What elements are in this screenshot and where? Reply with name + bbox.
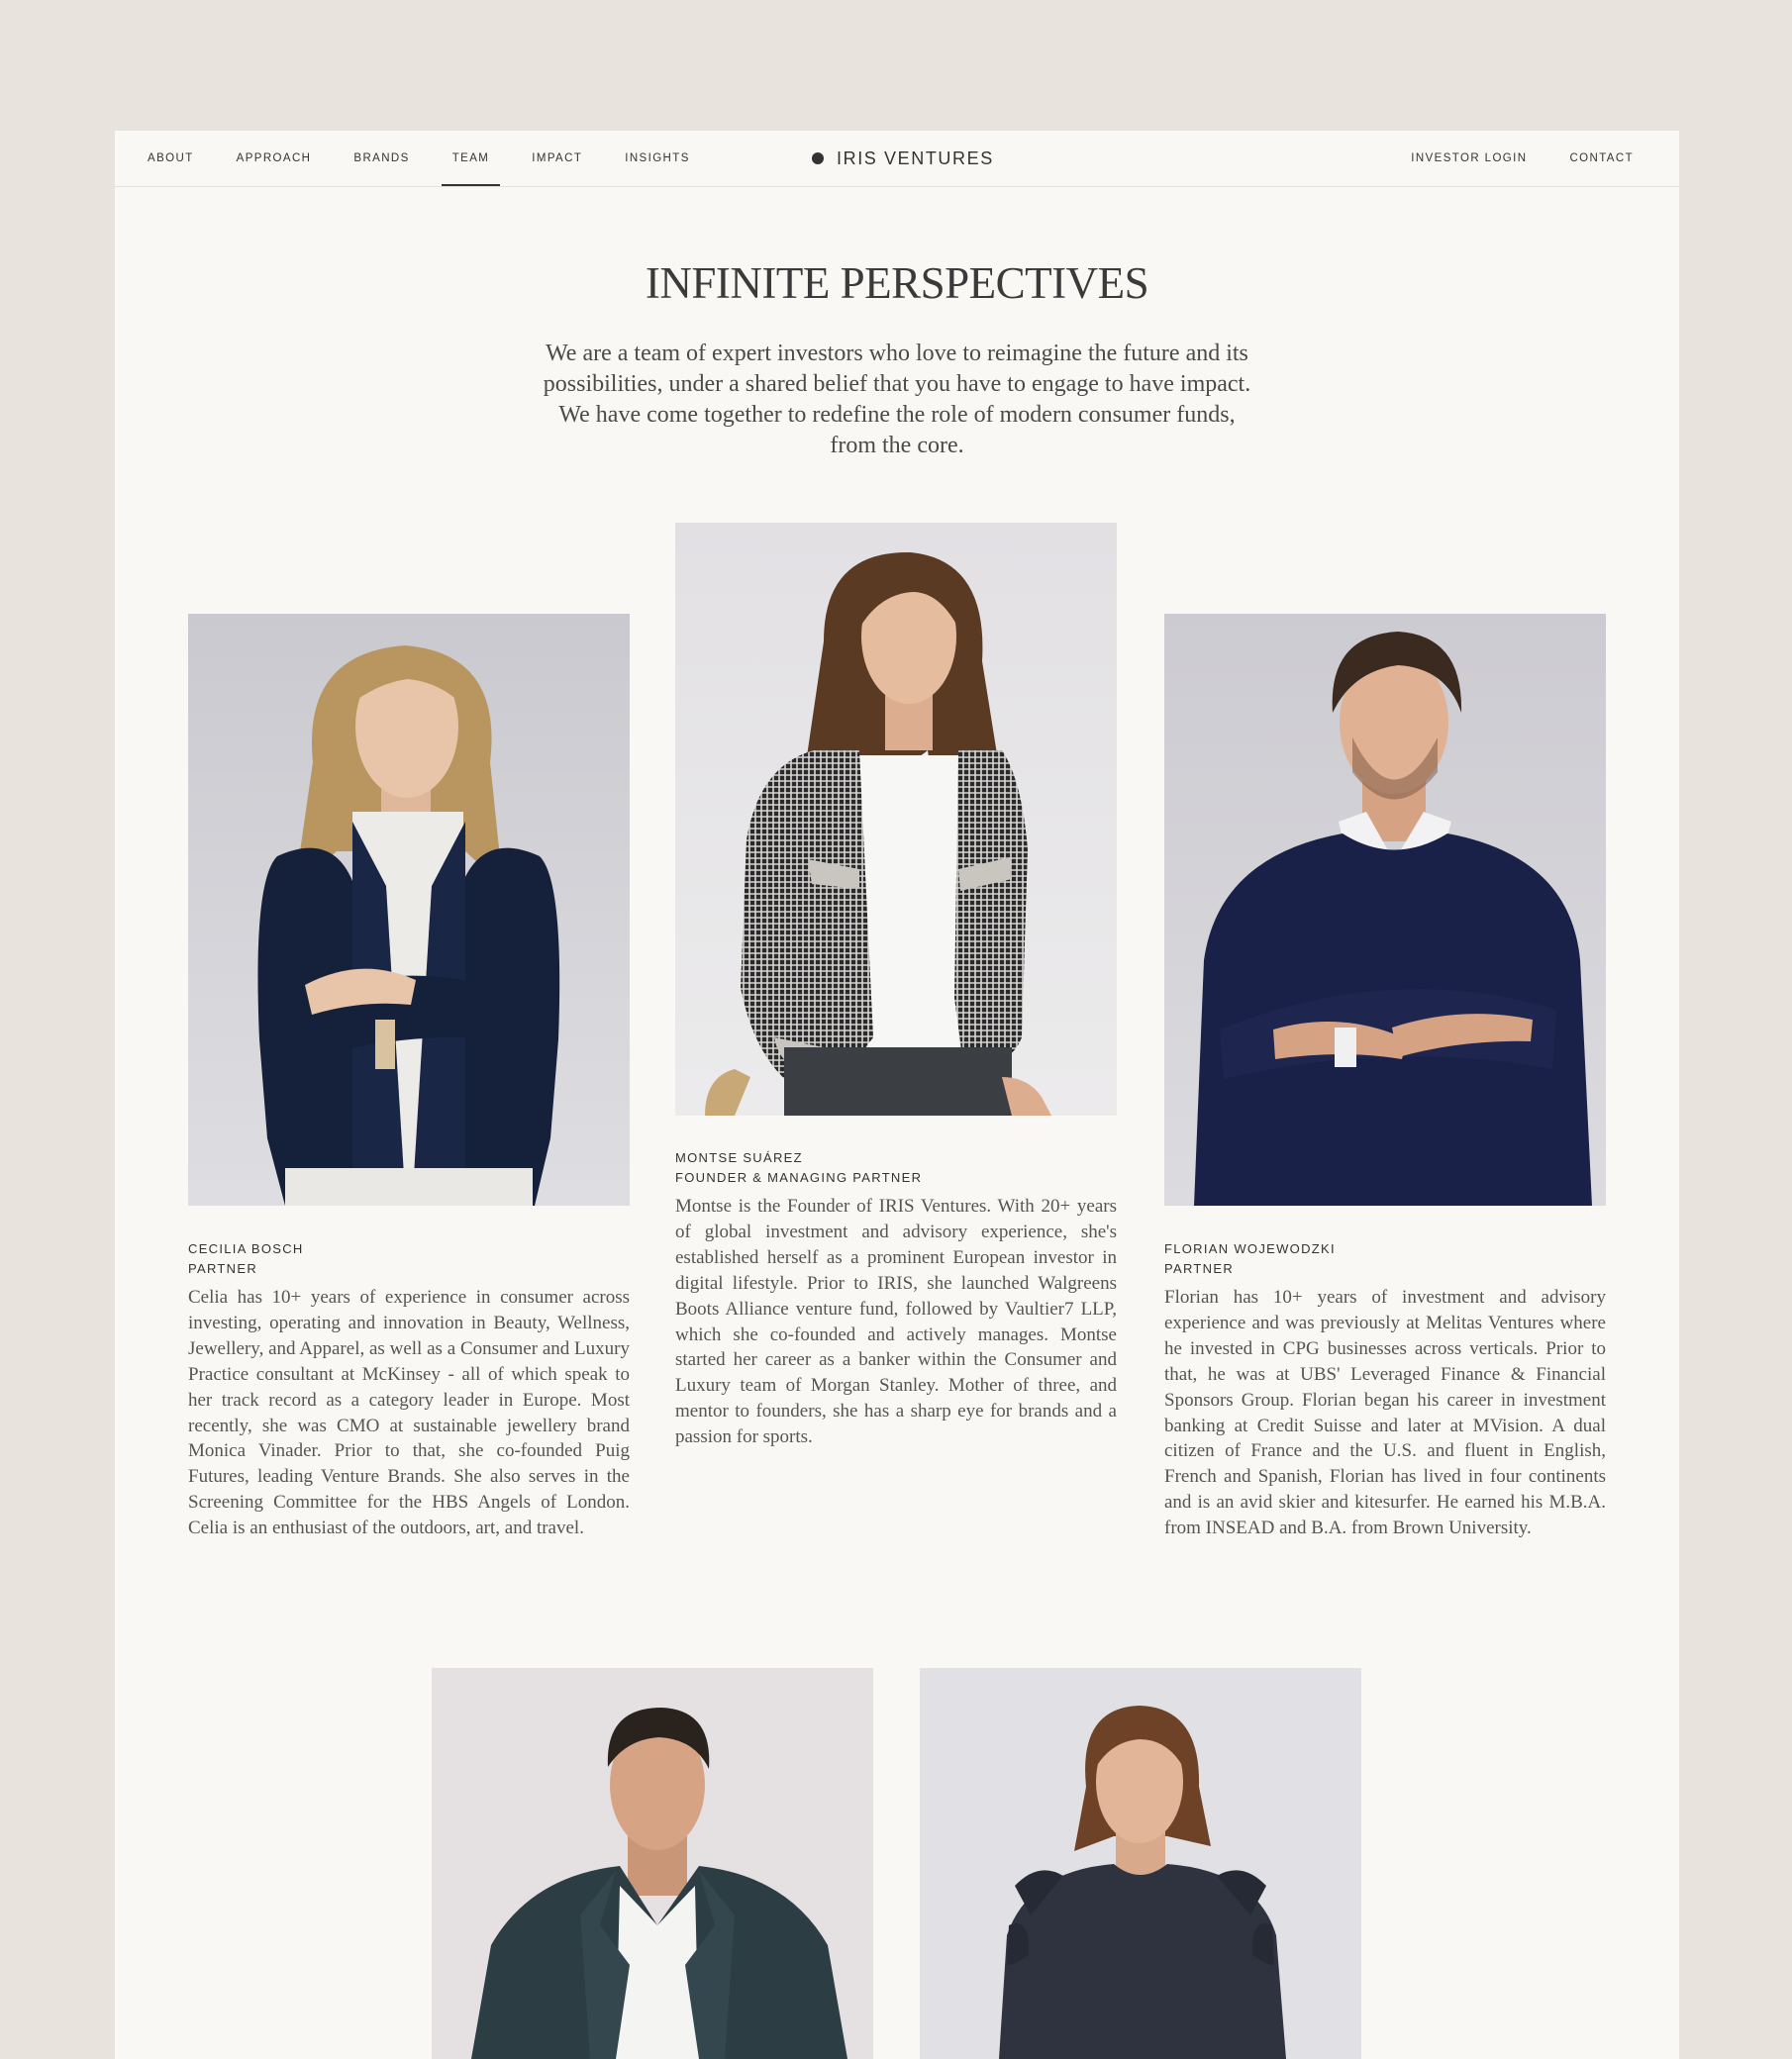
nav-impact[interactable]: IMPACT <box>532 131 582 186</box>
team-member-montse: MONTSE SUÁREZ FOUNDER & MANAGING PARTNER… <box>675 523 1117 1651</box>
member-role: PARTNER <box>188 1261 258 1276</box>
member-bio: Montse is the Founder of IRIS Ventures. … <box>675 1196 1117 1448</box>
member-role: PARTNER <box>1164 1261 1235 1276</box>
page-title: INFINITE PERSPECTIVES <box>645 258 1149 308</box>
nav-insights[interactable]: INSIGHTS <box>625 131 690 186</box>
page: ABOUT APPROACH BRANDS TEAM IMPACT INSIGH… <box>115 131 1679 2059</box>
nav-approach[interactable]: APPROACH <box>237 131 312 186</box>
team-member-5 <box>920 1668 1361 2059</box>
nav-brands[interactable]: BRANDS <box>353 131 409 186</box>
hero-intro: We are a team of expert investors who lo… <box>543 341 1251 458</box>
team-member-florian: FLORIAN WOJEWODZKI PARTNER Florian has 1… <box>1164 614 1606 1742</box>
member-bio: Florian has 10+ years of investment and … <box>1164 1287 1606 1539</box>
nav-contact[interactable]: CONTACT <box>1569 131 1634 186</box>
team-member-5-photo <box>920 1668 1361 2059</box>
member-role: FOUNDER & MANAGING PARTNER <box>675 1170 923 1185</box>
member-name: MONTSE SUÁREZ <box>675 1150 803 1165</box>
member-name: FLORIAN WOJEWODZKI <box>1164 1241 1336 1256</box>
logo-dot-icon <box>812 152 824 164</box>
nav-investor-login[interactable]: INVESTOR LOGIN <box>1411 131 1527 186</box>
nav-about[interactable]: ABOUT <box>148 131 194 186</box>
brand-logo[interactable]: IRIS VENTURES <box>812 131 994 186</box>
brand-name: IRIS VENTURES <box>837 147 994 168</box>
member-bio: Celia has 10+ years of experience in con… <box>188 1287 630 1539</box>
team-member-4 <box>432 1668 873 2059</box>
member-name: CECILIA BOSCH <box>188 1241 304 1256</box>
team-member-4-photo <box>432 1668 873 2059</box>
team-member-cecilia: CECILIA BOSCH PARTNER Celia has 10+ year… <box>188 614 630 1742</box>
nav-left: ABOUT APPROACH BRANDS TEAM IMPACT INSIGH… <box>148 131 733 186</box>
florian-photo <box>1164 614 1606 1206</box>
nav-right: INVESTOR LOGIN CONTACT <box>1368 131 1634 186</box>
cecilia-photo <box>188 614 630 1206</box>
montse-photo <box>675 523 1117 1116</box>
nav-team[interactable]: TEAM <box>441 131 500 186</box>
top-nav: ABOUT APPROACH BRANDS TEAM IMPACT INSIGH… <box>115 131 1679 187</box>
